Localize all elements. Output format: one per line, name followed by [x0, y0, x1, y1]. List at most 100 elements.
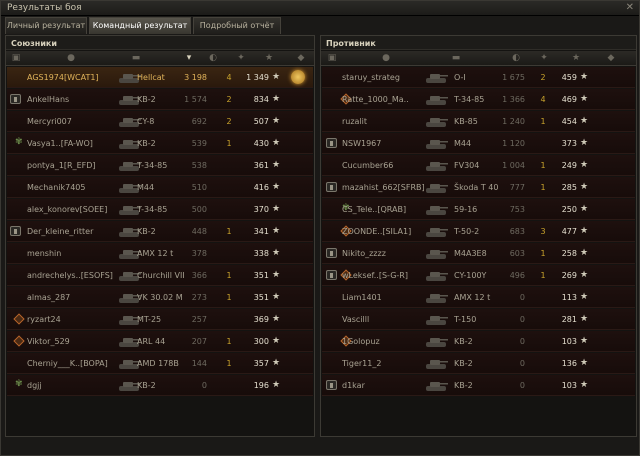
player-row[interactable]: Nikito_zzzz M4A3E8 603 1 258 ★ [322, 243, 635, 264]
tank-name: O-I [454, 73, 466, 82]
player-name[interactable]: ZOONDE..[SILA1] [342, 227, 411, 236]
tab-personal[interactable]: Личный результат [5, 17, 87, 34]
close-icon[interactable]: ✕ [626, 2, 634, 13]
player-name[interactable]: Ratte_1000_Ma.. [342, 95, 409, 104]
player-row[interactable]: AnkelHans KB-2 1 574 2 834 ★ [7, 89, 313, 110]
player-name[interactable]: alex_konorev[SOEE] [27, 205, 107, 214]
player-row[interactable]: ✾ dgjj KB-2 0 196 ★ [7, 375, 313, 396]
player-name[interactable]: Der_kleine_ritter [27, 227, 93, 236]
player-row[interactable]: d1kar KB-2 0 103 ★ [322, 375, 635, 396]
frags-column-icon[interactable]: ✦ [539, 53, 549, 63]
tank-name: M4A3E8 [454, 249, 487, 258]
player-name[interactable]: Liam1401 [342, 293, 382, 302]
player-name[interactable]: CS_Tele..[QRAB] [342, 205, 406, 214]
score-value: 341 [253, 227, 269, 236]
player-name[interactable]: d1kar [342, 381, 365, 390]
platoon-icon [326, 248, 337, 258]
medal-column-icon[interactable]: ◆ [606, 53, 616, 63]
tank-name: Škoda T 40 [454, 183, 499, 192]
player-row[interactable]: mazahist_662[SFRB] Škoda T 40 777 1 285 ★ [322, 177, 635, 198]
player-row[interactable]: alex_konorev[SOEE] T-34-85 500 370 ★ [7, 199, 313, 220]
player-row[interactable]: ✾ Vasya1..[FA-WO] KB-2 539 1 430 ★ [7, 133, 313, 154]
player-name[interactable]: wLeksef..[S-G-R] [342, 271, 408, 280]
experience-value: 0 [519, 293, 525, 302]
experience-value: 0 [201, 381, 207, 390]
player-name[interactable]: menshin [27, 249, 61, 258]
player-row[interactable]: ruzalit KB-85 1 240 1 454 ★ [322, 111, 635, 132]
score-value: 477 [561, 227, 577, 236]
player-name[interactable]: almas_287 [27, 293, 70, 302]
experience-value: 1 675 [502, 73, 525, 82]
player-name[interactable]: andrechelys..[ESOFS] [27, 271, 113, 280]
player-row[interactable]: Vascilll T-150 0 281 ★ [322, 309, 635, 330]
player-row[interactable]: ZOONDE..[SILA1] T-50-2 683 3 477 ★ [322, 221, 635, 242]
tank-column-icon[interactable]: ▬ [451, 53, 461, 63]
player-name[interactable]: NSW1967 [342, 139, 381, 148]
player-row[interactable]: NSW1967 M44 1 120 373 ★ [322, 133, 635, 154]
medal-column-icon[interactable]: ◆ [296, 53, 306, 63]
player-name[interactable]: dgjj [27, 381, 42, 390]
player-row[interactable]: ✾ CS_Tele..[QRAB] 59-16 753 250 ★ [322, 199, 635, 220]
player-name[interactable]: Cherniy___K..[BOPA] [27, 359, 108, 368]
player-name[interactable]: staruy_strateg [342, 73, 400, 82]
player-name[interactable]: Mechanik7405 [27, 183, 85, 192]
tank-name: AMD 178B [137, 359, 179, 368]
player-row[interactable]: Cherniy___K..[BOPA] AMD 178B 144 1 357 ★ [7, 353, 313, 374]
platoon-column-icon[interactable]: ▣ [327, 53, 337, 63]
platoon-column-icon[interactable]: ▣ [11, 53, 21, 63]
player-name[interactable]: ryzart24 [27, 315, 61, 324]
player-name[interactable]: 1Golopuz [342, 337, 380, 346]
tank-icon [424, 202, 448, 216]
tank-name: VK 30.02 M [137, 293, 183, 302]
tab-team[interactable]: Командный результат [89, 17, 191, 34]
player-row[interactable]: Cucumber66 FV304 1 004 1 249 ★ [322, 155, 635, 176]
player-row[interactable]: staruy_strateg O-I 1 675 2 459 ★ [322, 67, 635, 88]
player-name[interactable]: Nikito_zzzz [342, 249, 386, 258]
player-name[interactable]: mazahist_662[SFRB] [342, 183, 425, 192]
player-name[interactable]: Vascilll [342, 315, 369, 324]
frags-value: 1 [226, 359, 232, 368]
player-row[interactable]: Ratte_1000_Ma.. T-34-85 1 366 4 469 ★ [322, 89, 635, 110]
player-row[interactable]: AGS1974[WCAT1] Hellcat 3 198 4 1 349 ★ [7, 67, 313, 88]
player-name[interactable]: Vasya1..[FA-WO] [27, 139, 93, 148]
player-row[interactable]: pontya_1[R_EFD] T-34-85 538 361 ★ [7, 155, 313, 176]
score-value: 361 [253, 161, 269, 170]
player-name[interactable]: AGS1974[WCAT1] [27, 73, 99, 82]
player-row[interactable]: wLeksef..[S-G-R] CY-100Y 496 1 269 ★ [322, 265, 635, 286]
player-name[interactable]: Viktor_529 [27, 337, 70, 346]
player-row[interactable]: Viktor_529 ARL 44 207 1 300 ★ [7, 331, 313, 352]
player-name[interactable]: Cucumber66 [342, 161, 393, 170]
player-name[interactable]: Mercyri007 [27, 117, 72, 126]
clan-rank-icon [13, 335, 25, 347]
player-name[interactable]: ruzalit [342, 117, 367, 126]
score-column-icon[interactable]: ★ [264, 53, 274, 63]
player-row[interactable]: almas_287 VK 30.02 M 273 1 351 ★ [7, 287, 313, 308]
tank-icon [424, 224, 448, 238]
player-row[interactable]: Tiger11_2 KB-2 0 136 ★ [322, 353, 635, 374]
enemies-title: Противник [326, 39, 376, 48]
xp-column-icon[interactable]: ◐ [208, 53, 218, 63]
frags-column-icon[interactable]: ✦ [236, 53, 246, 63]
player-name[interactable]: AnkelHans [27, 95, 69, 104]
bottom-bar [5, 439, 637, 453]
frags-value: 1 [226, 271, 232, 280]
player-row[interactable]: 1Golopuz KB-2 0 103 ★ [322, 331, 635, 352]
player-row[interactable]: ryzart24 MT-25 257 369 ★ [7, 309, 313, 330]
tank-column-icon[interactable]: ▬ [131, 53, 141, 63]
star-icon: ★ [272, 204, 281, 214]
allies-column-header: ▣ ● ▬ ▾ ◐ ✦ ★ ◆ [6, 51, 314, 66]
player-row[interactable]: Der_kleine_ritter KB-2 448 1 341 ★ [7, 221, 313, 242]
player-row[interactable]: Mercyri007 CY-8 692 2 507 ★ [7, 111, 313, 132]
player-row[interactable]: Liam1401 AMX 12 t 0 113 ★ [322, 287, 635, 308]
xp-column-icon[interactable]: ◐ [511, 53, 521, 63]
player-row[interactable]: Mechanik7405 M44 510 416 ★ [7, 177, 313, 198]
player-row[interactable]: menshin AMX 12 t 378 338 ★ [7, 243, 313, 264]
player-column-icon[interactable]: ● [66, 53, 76, 63]
player-column-icon[interactable]: ● [381, 53, 391, 63]
player-name[interactable]: Tiger11_2 [342, 359, 381, 368]
player-row[interactable]: andrechelys..[ESOFS] Churchill VII 366 1 351… [7, 265, 313, 286]
score-column-icon[interactable]: ★ [571, 53, 581, 63]
tab-detailed[interactable]: Подробный отчёт [193, 17, 281, 34]
player-name[interactable]: pontya_1[R_EFD] [27, 161, 96, 170]
tank-name: FV304 [454, 161, 480, 170]
